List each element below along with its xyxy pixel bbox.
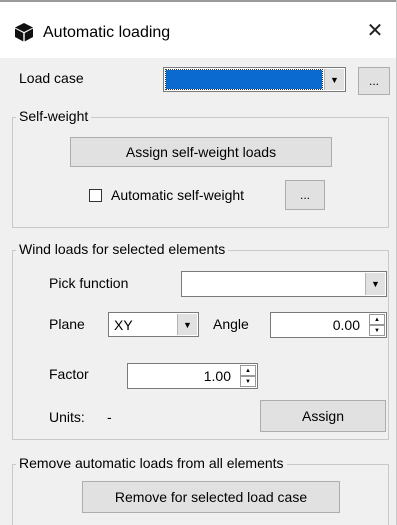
factor-value: 1.00 (203, 368, 231, 384)
self-weight-more-label: ... (299, 188, 310, 202)
factor-label: Factor (49, 366, 89, 382)
close-button[interactable]: ✕ (360, 16, 390, 46)
cube-icon (15, 23, 33, 42)
assign-self-weight-button[interactable]: Assign self-weight loads (70, 137, 332, 167)
window-title: Automatic loading (43, 24, 171, 41)
factor-down-icon[interactable]: ▼ (240, 376, 256, 387)
angle-label: Angle (213, 316, 249, 332)
chevron-down-icon[interactable]: ▼ (177, 314, 197, 335)
angle-value: 0.00 (332, 317, 360, 333)
factor-up-icon[interactable]: ▲ (240, 365, 256, 376)
angle-up-icon[interactable]: ▲ (369, 314, 385, 325)
plane-value: XY (114, 316, 133, 333)
remove-for-load-case-label: Remove for selected load case (114, 489, 308, 505)
remove-loads-legend: Remove automatic loads from all elements (16, 455, 287, 471)
self-weight-legend: Self-weight (16, 108, 92, 124)
automatic-self-weight-label: Automatic self-weight (111, 187, 245, 203)
pick-function-combo[interactable]: ▼ (181, 271, 387, 297)
load-case-label: Load case (19, 70, 84, 86)
plane-label: Plane (49, 316, 85, 332)
self-weight-more-button[interactable]: ... (285, 180, 325, 210)
load-case-combo[interactable]: ▼ (163, 67, 346, 92)
load-case-selection (165, 69, 323, 90)
assign-wind-label: Assign (301, 408, 345, 424)
load-case-more-button[interactable]: ... (358, 67, 390, 95)
angle-spinbox[interactable]: 0.00 ▲ ▼ (270, 312, 387, 338)
assign-wind-button[interactable]: Assign (260, 400, 386, 432)
pick-function-label: Pick function (49, 275, 129, 291)
factor-spinbox[interactable]: 1.00 ▲ ▼ (127, 363, 258, 389)
automatic-self-weight-checkbox[interactable] (89, 189, 102, 202)
close-icon: ✕ (366, 20, 384, 42)
angle-down-icon[interactable]: ▼ (369, 325, 385, 336)
chevron-down-icon[interactable]: ▼ (365, 273, 385, 295)
title-bar[interactable]: Automatic loading ✕ (0, 2, 396, 58)
remove-for-load-case-button[interactable]: Remove for selected load case (82, 481, 340, 513)
self-weight-group (12, 117, 389, 228)
units-label: Units: (49, 409, 85, 425)
assign-self-weight-label: Assign self-weight loads (125, 144, 277, 160)
wind-loads-legend: Wind loads for selected elements (16, 241, 229, 257)
chevron-down-icon[interactable]: ▼ (324, 69, 344, 90)
units-value: - (107, 409, 112, 425)
plane-combo[interactable]: XY ▼ (108, 312, 199, 337)
load-case-more-label: ... (368, 74, 379, 88)
